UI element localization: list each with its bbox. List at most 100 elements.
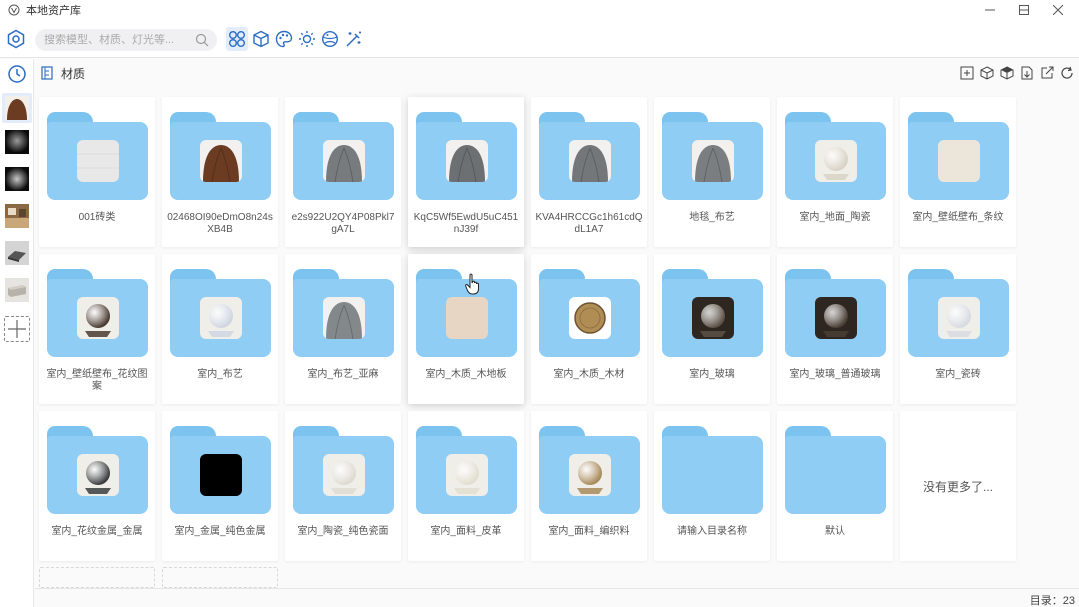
material-thumbnail: [446, 140, 488, 182]
search-box[interactable]: [35, 29, 217, 51]
folder-card[interactable]: 室内_布艺_亚麻: [285, 254, 401, 404]
sidebar-add-button[interactable]: [4, 316, 30, 342]
folder-card[interactable]: 001砖类: [39, 97, 155, 247]
folder-card[interactable]: 室内_玻璃_普通玻璃: [777, 254, 893, 404]
folder-card[interactable]: KVA4HRCCGc1h61cdQdL1A7: [531, 97, 647, 247]
effects-button[interactable]: [343, 27, 365, 51]
folder-icon: [293, 112, 394, 200]
folder-icon: [662, 426, 763, 514]
history-icon: [8, 65, 26, 83]
export-button[interactable]: [1039, 65, 1055, 81]
new-folder-button[interactable]: [959, 65, 975, 81]
folder-card[interactable]: 室内_布艺: [162, 254, 278, 404]
sidebar-item-recent-6[interactable]: [5, 278, 29, 302]
folder-card[interactable]: 室内_壁纸壁布_花纹图案: [39, 254, 155, 404]
material-thumbnail: [938, 140, 980, 182]
folder-name: 室内_玻璃_普通玻璃: [789, 369, 881, 380]
sun-icon: [299, 31, 315, 47]
material-thumbnail: [200, 140, 242, 182]
material-thumbnail: [77, 454, 119, 496]
search-input[interactable]: [44, 34, 194, 46]
models-button[interactable]: [250, 27, 272, 51]
environment-button[interactable]: [319, 27, 341, 51]
wood-room-thumbnail: [5, 204, 29, 228]
folder-name: 默认: [825, 526, 845, 537]
folder-card[interactable]: 室内_玻璃: [654, 254, 770, 404]
sidebar-item-recent-3[interactable]: [5, 167, 29, 191]
material-thumbnail: [938, 297, 980, 339]
material-thumbnail: [446, 454, 488, 496]
hexagon-gear-icon: [7, 29, 25, 49]
magic-wand-icon: [346, 31, 361, 47]
dark-light-thumbnail: [5, 167, 29, 191]
box-button[interactable]: [979, 65, 995, 81]
sidebar-item-recent-5[interactable]: [5, 241, 29, 265]
export-icon: [1041, 66, 1054, 79]
box-filled-button[interactable]: [999, 65, 1015, 81]
folder-card[interactable]: e2s922U2QY4P08Pkl7gA7L: [285, 97, 401, 247]
folder-icon: [785, 426, 886, 514]
breadcrumb: 材质: [35, 59, 1079, 87]
box-filled-icon: [1000, 66, 1014, 80]
folder-card[interactable]: 室内_面料_皮革: [408, 411, 524, 561]
search-icon[interactable]: [195, 33, 209, 47]
grid-icon: [229, 31, 245, 47]
minimize-button-2[interactable]: [973, 0, 1007, 20]
folder-name: 室内_布艺_亚麻: [307, 369, 379, 380]
folder-icon: [908, 112, 1009, 200]
folder-card[interactable]: 室内_瓷砖: [900, 254, 1016, 404]
materials-button[interactable]: [273, 27, 295, 51]
lights-button[interactable]: [296, 27, 318, 51]
folder-card[interactable]: 室内_木质_木材: [531, 254, 647, 404]
app-logo-icon: [8, 4, 20, 16]
folder-card[interactable]: 室内_花纹金属_金属: [39, 411, 155, 561]
folder-card[interactable]: 室内_陶瓷_纯色瓷面: [285, 411, 401, 561]
folder-card[interactable]: 地毯_布艺: [654, 97, 770, 247]
refresh-button[interactable]: [1059, 65, 1075, 81]
folder-icon: [293, 426, 394, 514]
import-button[interactable]: [1019, 65, 1035, 81]
folder-card[interactable]: 请输入目录名称: [654, 411, 770, 561]
folder-icon: [539, 426, 640, 514]
material-thumbnail: [692, 140, 734, 182]
toolbar: [0, 20, 1079, 58]
close-button[interactable]: [1041, 0, 1075, 20]
status-bar: 目录：23: [35, 588, 1079, 607]
material-thumbnail: [692, 297, 734, 339]
material-thumbnail: [323, 454, 365, 496]
folder-card[interactable]: 默认: [777, 411, 893, 561]
folder-name: 室内_布艺: [197, 369, 243, 380]
material-thumbnail: [446, 454, 488, 496]
sidebar-item-recent-1[interactable]: [2, 93, 32, 123]
material-thumbnail: [323, 297, 365, 339]
material-thumbnail: [446, 297, 488, 339]
material-thumbnail: [815, 297, 857, 339]
material-thumbnail: [692, 297, 734, 339]
folder-card[interactable]: KqC5Wf5EwdU5uC451nJ39f: [408, 97, 524, 247]
folder-card[interactable]: 室内_地面_陶瓷: [777, 97, 893, 247]
folder-icon: [47, 426, 148, 514]
settings-button[interactable]: [6, 29, 26, 49]
folder-icon: [539, 112, 640, 200]
material-thumbnail: [569, 297, 611, 339]
folder-icon: [416, 426, 517, 514]
material-thumbnail: [815, 140, 857, 182]
material-thumbnail: [569, 454, 611, 496]
folder-card[interactable]: 室内_面料_编织料: [531, 411, 647, 561]
folder-icon: [170, 112, 271, 200]
folder-name: 室内_木质_木材: [553, 369, 625, 380]
folder-card[interactable]: 室内_壁纸壁布_条纹: [900, 97, 1016, 247]
sidebar-item-history[interactable]: [5, 62, 29, 86]
sidebar-item-recent-4[interactable]: [5, 204, 29, 228]
folder-name: 室内_花纹金属_金属: [51, 526, 143, 537]
folder-icon: [47, 112, 148, 200]
folder-name: 001砖类: [78, 212, 116, 223]
add-icon: [8, 320, 26, 338]
folder-card[interactable]: 室内_金属_纯色金属: [162, 411, 278, 561]
dark-light-thumbnail: [5, 130, 29, 154]
folder-card[interactable]: 02468OI90eDmO8n24sXB4B: [162, 97, 278, 247]
current-path-label: 材质: [61, 66, 86, 81]
maximize-button[interactable]: [1007, 0, 1041, 20]
all-types-button[interactable]: [226, 27, 248, 51]
sidebar-item-recent-2[interactable]: [5, 130, 29, 154]
